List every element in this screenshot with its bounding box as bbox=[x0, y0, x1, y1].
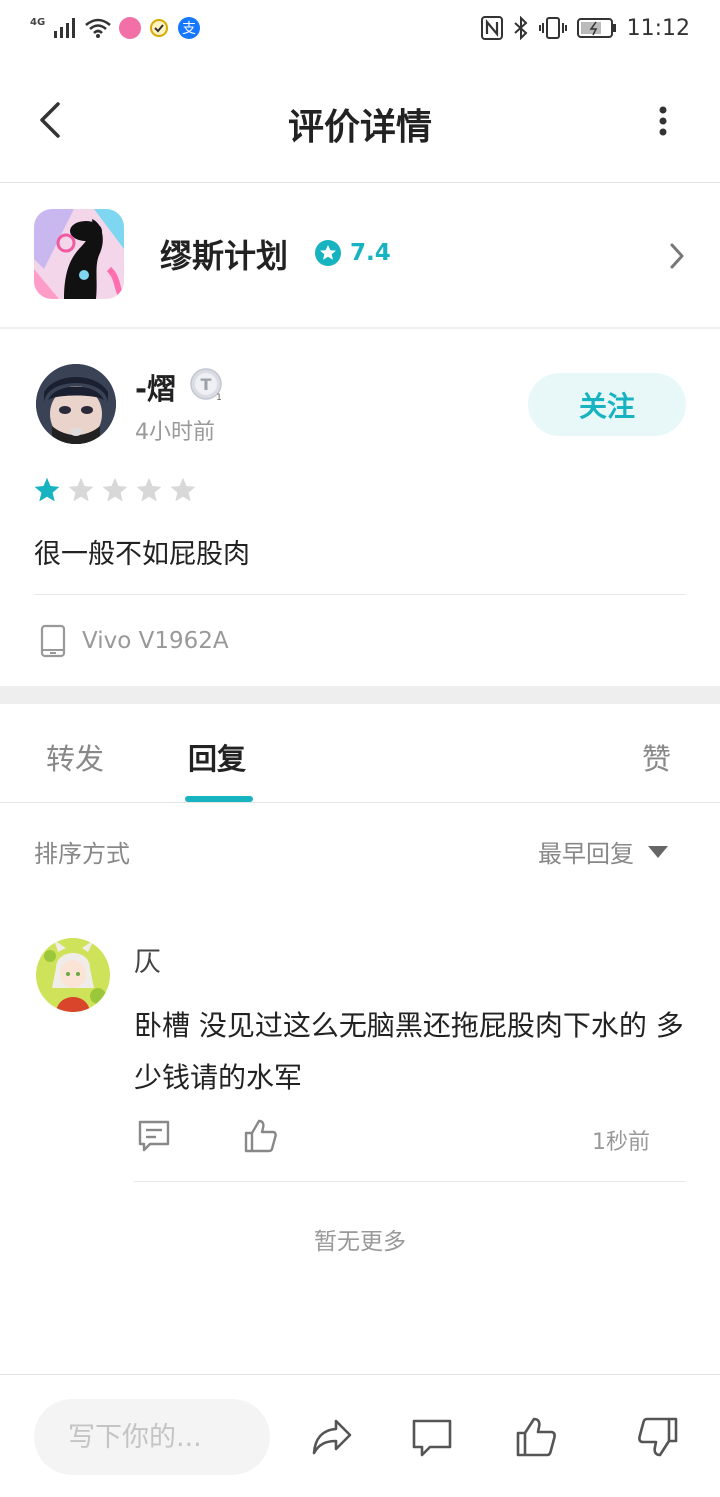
thumbs-up-icon[interactable] bbox=[242, 1118, 278, 1154]
sort-selected: 最早回复 bbox=[538, 840, 634, 868]
status-bar: 4G 支 11:12 bbox=[0, 0, 720, 58]
sort-label: 排序方式 bbox=[34, 840, 130, 868]
phone-icon bbox=[40, 624, 66, 658]
tab-replies[interactable]: 回复 bbox=[188, 736, 246, 778]
reviewer-name[interactable]: -熠 bbox=[135, 366, 176, 408]
rating-value: 7.4 bbox=[350, 240, 391, 266]
star-rating bbox=[33, 476, 197, 504]
star-empty-icon bbox=[170, 477, 196, 502]
commenter-avatar[interactable] bbox=[36, 938, 110, 1012]
page-title: 评价详情 bbox=[287, 107, 432, 148]
vibrate-icon bbox=[538, 17, 567, 39]
status-right: 11:12 bbox=[480, 14, 690, 42]
dropdown-arrow-icon bbox=[648, 845, 668, 858]
review-text: 很一般不如屁股肉 bbox=[34, 539, 250, 570]
app-notification-icon bbox=[119, 17, 142, 39]
divider bbox=[134, 1181, 686, 1182]
comment-time: 1秒前 bbox=[592, 1130, 650, 1155]
thumbs-up-icon[interactable] bbox=[514, 1415, 558, 1459]
app-info-row[interactable]: 缪斯计划 7.4 bbox=[0, 183, 720, 329]
divider bbox=[34, 594, 686, 595]
level-badge-icon: T 1 bbox=[190, 368, 222, 402]
no-more-text: 暂无更多 bbox=[314, 1229, 406, 1255]
tab-repost[interactable]: 转发 bbox=[46, 736, 104, 778]
device-name: Vivo V1962A bbox=[82, 628, 229, 654]
review-time: 4小时前 bbox=[135, 420, 215, 445]
reply-icon[interactable] bbox=[136, 1118, 172, 1154]
svg-text:T: T bbox=[201, 375, 212, 394]
follow-button[interactable]: 关注 bbox=[528, 373, 686, 436]
reviewer-avatar[interactable] bbox=[36, 364, 116, 444]
sort-dropdown[interactable]: 最早回复 bbox=[538, 834, 668, 869]
wifi-icon bbox=[85, 18, 111, 38]
tab-active-indicator bbox=[185, 796, 253, 802]
bluetooth-icon bbox=[513, 16, 528, 40]
app-icon bbox=[34, 209, 124, 299]
commenter-name[interactable]: 仄 bbox=[134, 940, 161, 979]
network-type: 4G bbox=[30, 16, 46, 28]
comment-text: 卧槽 没见过这么无脑黑还拖屁股肉下水的 多少钱请的水军 bbox=[134, 1009, 684, 1094]
star-empty-icon bbox=[136, 477, 162, 502]
more-options-icon[interactable] bbox=[658, 106, 668, 136]
bottom-action-bar bbox=[0, 1374, 720, 1497]
app-name: 缪斯计划 bbox=[160, 237, 289, 275]
device-info: Vivo V1962A bbox=[40, 624, 229, 658]
star-empty-icon bbox=[68, 477, 94, 502]
comment-icon[interactable] bbox=[410, 1415, 454, 1459]
chevron-right-icon bbox=[670, 243, 684, 269]
share-icon[interactable] bbox=[310, 1415, 354, 1459]
app-rating: 7.4 bbox=[314, 239, 391, 267]
check-icon bbox=[150, 19, 169, 37]
nfc-icon bbox=[480, 16, 503, 40]
status-left: 4G 支 bbox=[30, 14, 201, 42]
svg-text:支: 支 bbox=[182, 21, 196, 37]
status-time: 11:12 bbox=[626, 15, 690, 41]
thumbs-down-icon[interactable] bbox=[636, 1415, 680, 1459]
battery-icon bbox=[576, 18, 616, 38]
svg-text:1: 1 bbox=[216, 393, 222, 402]
tab-likes[interactable]: 赞 bbox=[642, 736, 671, 778]
tab-bar: 转发 回复 赞 bbox=[0, 704, 720, 803]
signal-icon bbox=[54, 18, 76, 38]
rating-star-icon bbox=[315, 240, 341, 266]
section-gap bbox=[0, 686, 720, 704]
star-empty-icon bbox=[102, 477, 128, 502]
star-filled-icon bbox=[34, 477, 60, 502]
alipay-icon: 支 bbox=[178, 17, 201, 39]
comment-input[interactable] bbox=[34, 1399, 270, 1475]
header: 评价详情 bbox=[0, 58, 720, 183]
